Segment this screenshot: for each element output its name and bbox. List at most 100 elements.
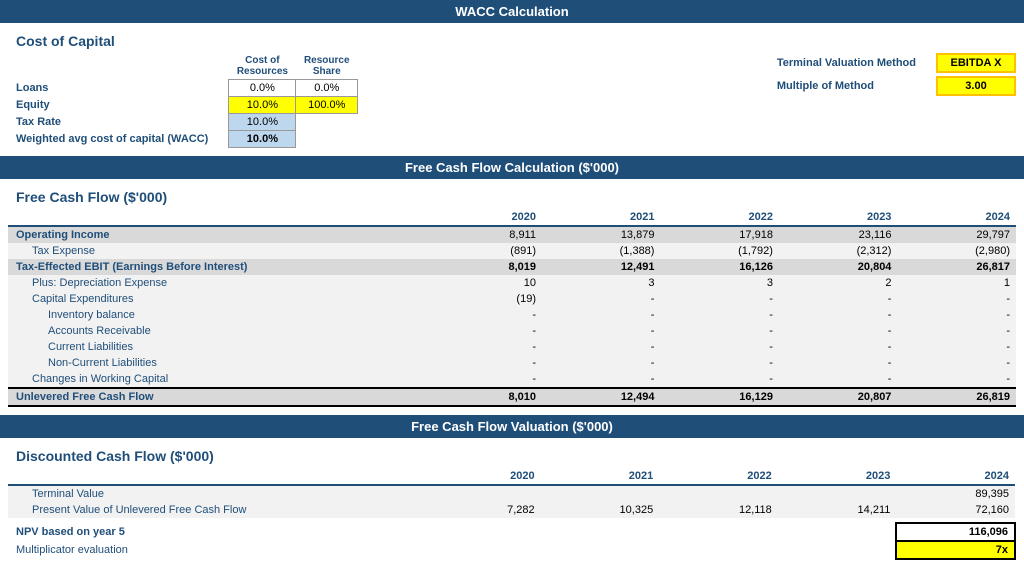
depreciation-label: Plus: Depreciation Expense xyxy=(8,275,424,291)
loans-share[interactable]: 0.0% xyxy=(296,80,358,97)
wc-2021: - xyxy=(542,371,660,388)
val-year-2020: 2020 xyxy=(422,468,541,485)
pv-label: Present Value of Unlevered Free Cash Flo… xyxy=(8,502,422,518)
table-row: Loans 0.0% 0.0% xyxy=(8,80,358,97)
val-year-2024: 2024 xyxy=(896,468,1015,485)
wc-label: Changes in Working Capital xyxy=(8,371,424,388)
col-cost-resources: Cost ofResources xyxy=(229,53,296,80)
table-row: Inventory balance - - - - - xyxy=(8,307,1016,323)
fcf-section: Free Cash Flow ($'000) 2020 2021 2022 20… xyxy=(0,179,1024,415)
val-year-2023: 2023 xyxy=(778,468,897,485)
table-row: Tax-Effected EBIT (Earnings Before Inter… xyxy=(8,259,1016,275)
pv-2020: 7,282 xyxy=(422,502,541,518)
pv-2021: 10,325 xyxy=(541,502,660,518)
wc-2020: - xyxy=(424,371,542,388)
terminal-method-value[interactable]: EBITDA X xyxy=(936,53,1016,73)
tax-expense-2022: (1,792) xyxy=(660,243,778,259)
table-row: Present Value of Unlevered Free Cash Flo… xyxy=(8,502,1015,518)
table-row: Changes in Working Capital - - - - - xyxy=(8,371,1016,388)
ulfcf-2020: 8,010 xyxy=(424,388,542,406)
fcf-title: Free Cash Flow ($'000) xyxy=(8,183,1016,209)
ebit-2021: 12,491 xyxy=(542,259,660,275)
ar-2022: - xyxy=(660,323,778,339)
valuation-section: Discounted Cash Flow ($'000) 2020 2021 2… xyxy=(0,438,1024,568)
fcf-year-2021: 2021 xyxy=(542,209,660,226)
ulfcf-2022: 16,129 xyxy=(660,388,778,406)
mult-2022 xyxy=(659,541,778,559)
operating-income-2024: 29,797 xyxy=(897,226,1016,243)
operating-income-label: Operating Income xyxy=(8,226,424,243)
ncl-2024: - xyxy=(897,355,1016,371)
val-year-2022: 2022 xyxy=(659,468,778,485)
cost-of-capital-title: Cost of Capital xyxy=(8,27,1016,53)
table-row: Current Liabilities - - - - - xyxy=(8,339,1016,355)
table-row: Multiplicator evaluation 7x xyxy=(8,541,1015,559)
tax-rate-cost[interactable]: 10.0% xyxy=(229,114,296,131)
ar-2021: - xyxy=(542,323,660,339)
tv-2024: 89,395 xyxy=(896,485,1015,502)
ulfcf-2024: 26,819 xyxy=(897,388,1016,406)
valuation-header: Free Cash Flow Valuation ($'000) xyxy=(0,415,1024,438)
fcf-header: Free Cash Flow Calculation ($'000) xyxy=(0,156,1024,179)
depreciation-2024: 1 xyxy=(897,275,1016,291)
tv-2022 xyxy=(659,485,778,502)
wc-2024: - xyxy=(897,371,1016,388)
operating-income-2020: 8,911 xyxy=(424,226,542,243)
inventory-label: Inventory balance xyxy=(8,307,424,323)
mult-2021 xyxy=(541,541,660,559)
fcf-year-2020: 2020 xyxy=(424,209,542,226)
ncl-2020: - xyxy=(424,355,542,371)
ulfcf-2023: 20,807 xyxy=(779,388,897,406)
col-resource-share: ResourceShare xyxy=(296,53,358,80)
multiple-label: Multiple of Method xyxy=(777,80,916,92)
fcf-year-2023: 2023 xyxy=(779,209,897,226)
ncl-label: Non-Current Liabilities xyxy=(8,355,424,371)
npv-2022 xyxy=(659,523,778,541)
table-row: Operating Income 8,911 13,879 17,918 23,… xyxy=(8,226,1016,243)
equity-cost[interactable]: 10.0% xyxy=(229,97,296,114)
depreciation-2020: 10 xyxy=(424,275,542,291)
table-row: Weighted avg cost of capital (WACC) 10.0… xyxy=(8,131,358,148)
ulfcf-label: Unlevered Free Cash Flow xyxy=(8,388,424,406)
cl-label: Current Liabilities xyxy=(8,339,424,355)
ar-2023: - xyxy=(779,323,897,339)
npv-2021 xyxy=(541,523,660,541)
tv-2021 xyxy=(541,485,660,502)
depreciation-2022: 3 xyxy=(660,275,778,291)
multiple-value[interactable]: 3.00 xyxy=(936,76,1016,96)
inventory-2024: - xyxy=(897,307,1016,323)
inventory-2021: - xyxy=(542,307,660,323)
equity-share[interactable]: 100.0% xyxy=(296,97,358,114)
npv-value: 116,096 xyxy=(896,523,1015,541)
capex-2024: - xyxy=(897,291,1016,307)
loans-label: Loans xyxy=(8,80,229,97)
npv-2023 xyxy=(778,523,897,541)
tax-expense-2024: (2,980) xyxy=(897,243,1016,259)
ebit-label: Tax-Effected EBIT (Earnings Before Inter… xyxy=(8,259,424,275)
valuation-table: 2020 2021 2022 2023 2024 Terminal Value … xyxy=(8,468,1016,560)
terminal-method-label: Terminal Valuation Method xyxy=(777,57,916,69)
wacc-cost[interactable]: 10.0% xyxy=(229,131,296,148)
cl-2020: - xyxy=(424,339,542,355)
loans-cost[interactable]: 0.0% xyxy=(229,80,296,97)
ncl-2023: - xyxy=(779,355,897,371)
ulfcf-2021: 12,494 xyxy=(542,388,660,406)
pv-2024: 72,160 xyxy=(896,502,1015,518)
table-row: Tax Rate 10.0% xyxy=(8,114,358,131)
capex-2021: - xyxy=(542,291,660,307)
npv-label: NPV based on year 5 xyxy=(8,523,422,541)
table-row: Accounts Receivable - - - - - xyxy=(8,323,1016,339)
mult-2023 xyxy=(778,541,897,559)
mult-value[interactable]: 7x xyxy=(896,541,1015,559)
table-row: Tax Expense (891) (1,388) (1,792) (2,312… xyxy=(8,243,1016,259)
valuation-title: Discounted Cash Flow ($'000) xyxy=(8,442,1016,468)
table-row: Unlevered Free Cash Flow 8,010 12,494 16… xyxy=(8,388,1016,406)
fcf-col-label xyxy=(8,209,424,226)
capex-label: Capital Expenditures xyxy=(8,291,424,307)
inventory-2023: - xyxy=(779,307,897,323)
tv-2020 xyxy=(422,485,541,502)
cl-2024: - xyxy=(897,339,1016,355)
ebit-2022: 16,126 xyxy=(660,259,778,275)
tax-expense-2023: (2,312) xyxy=(779,243,897,259)
tax-expense-2020: (891) xyxy=(424,243,542,259)
